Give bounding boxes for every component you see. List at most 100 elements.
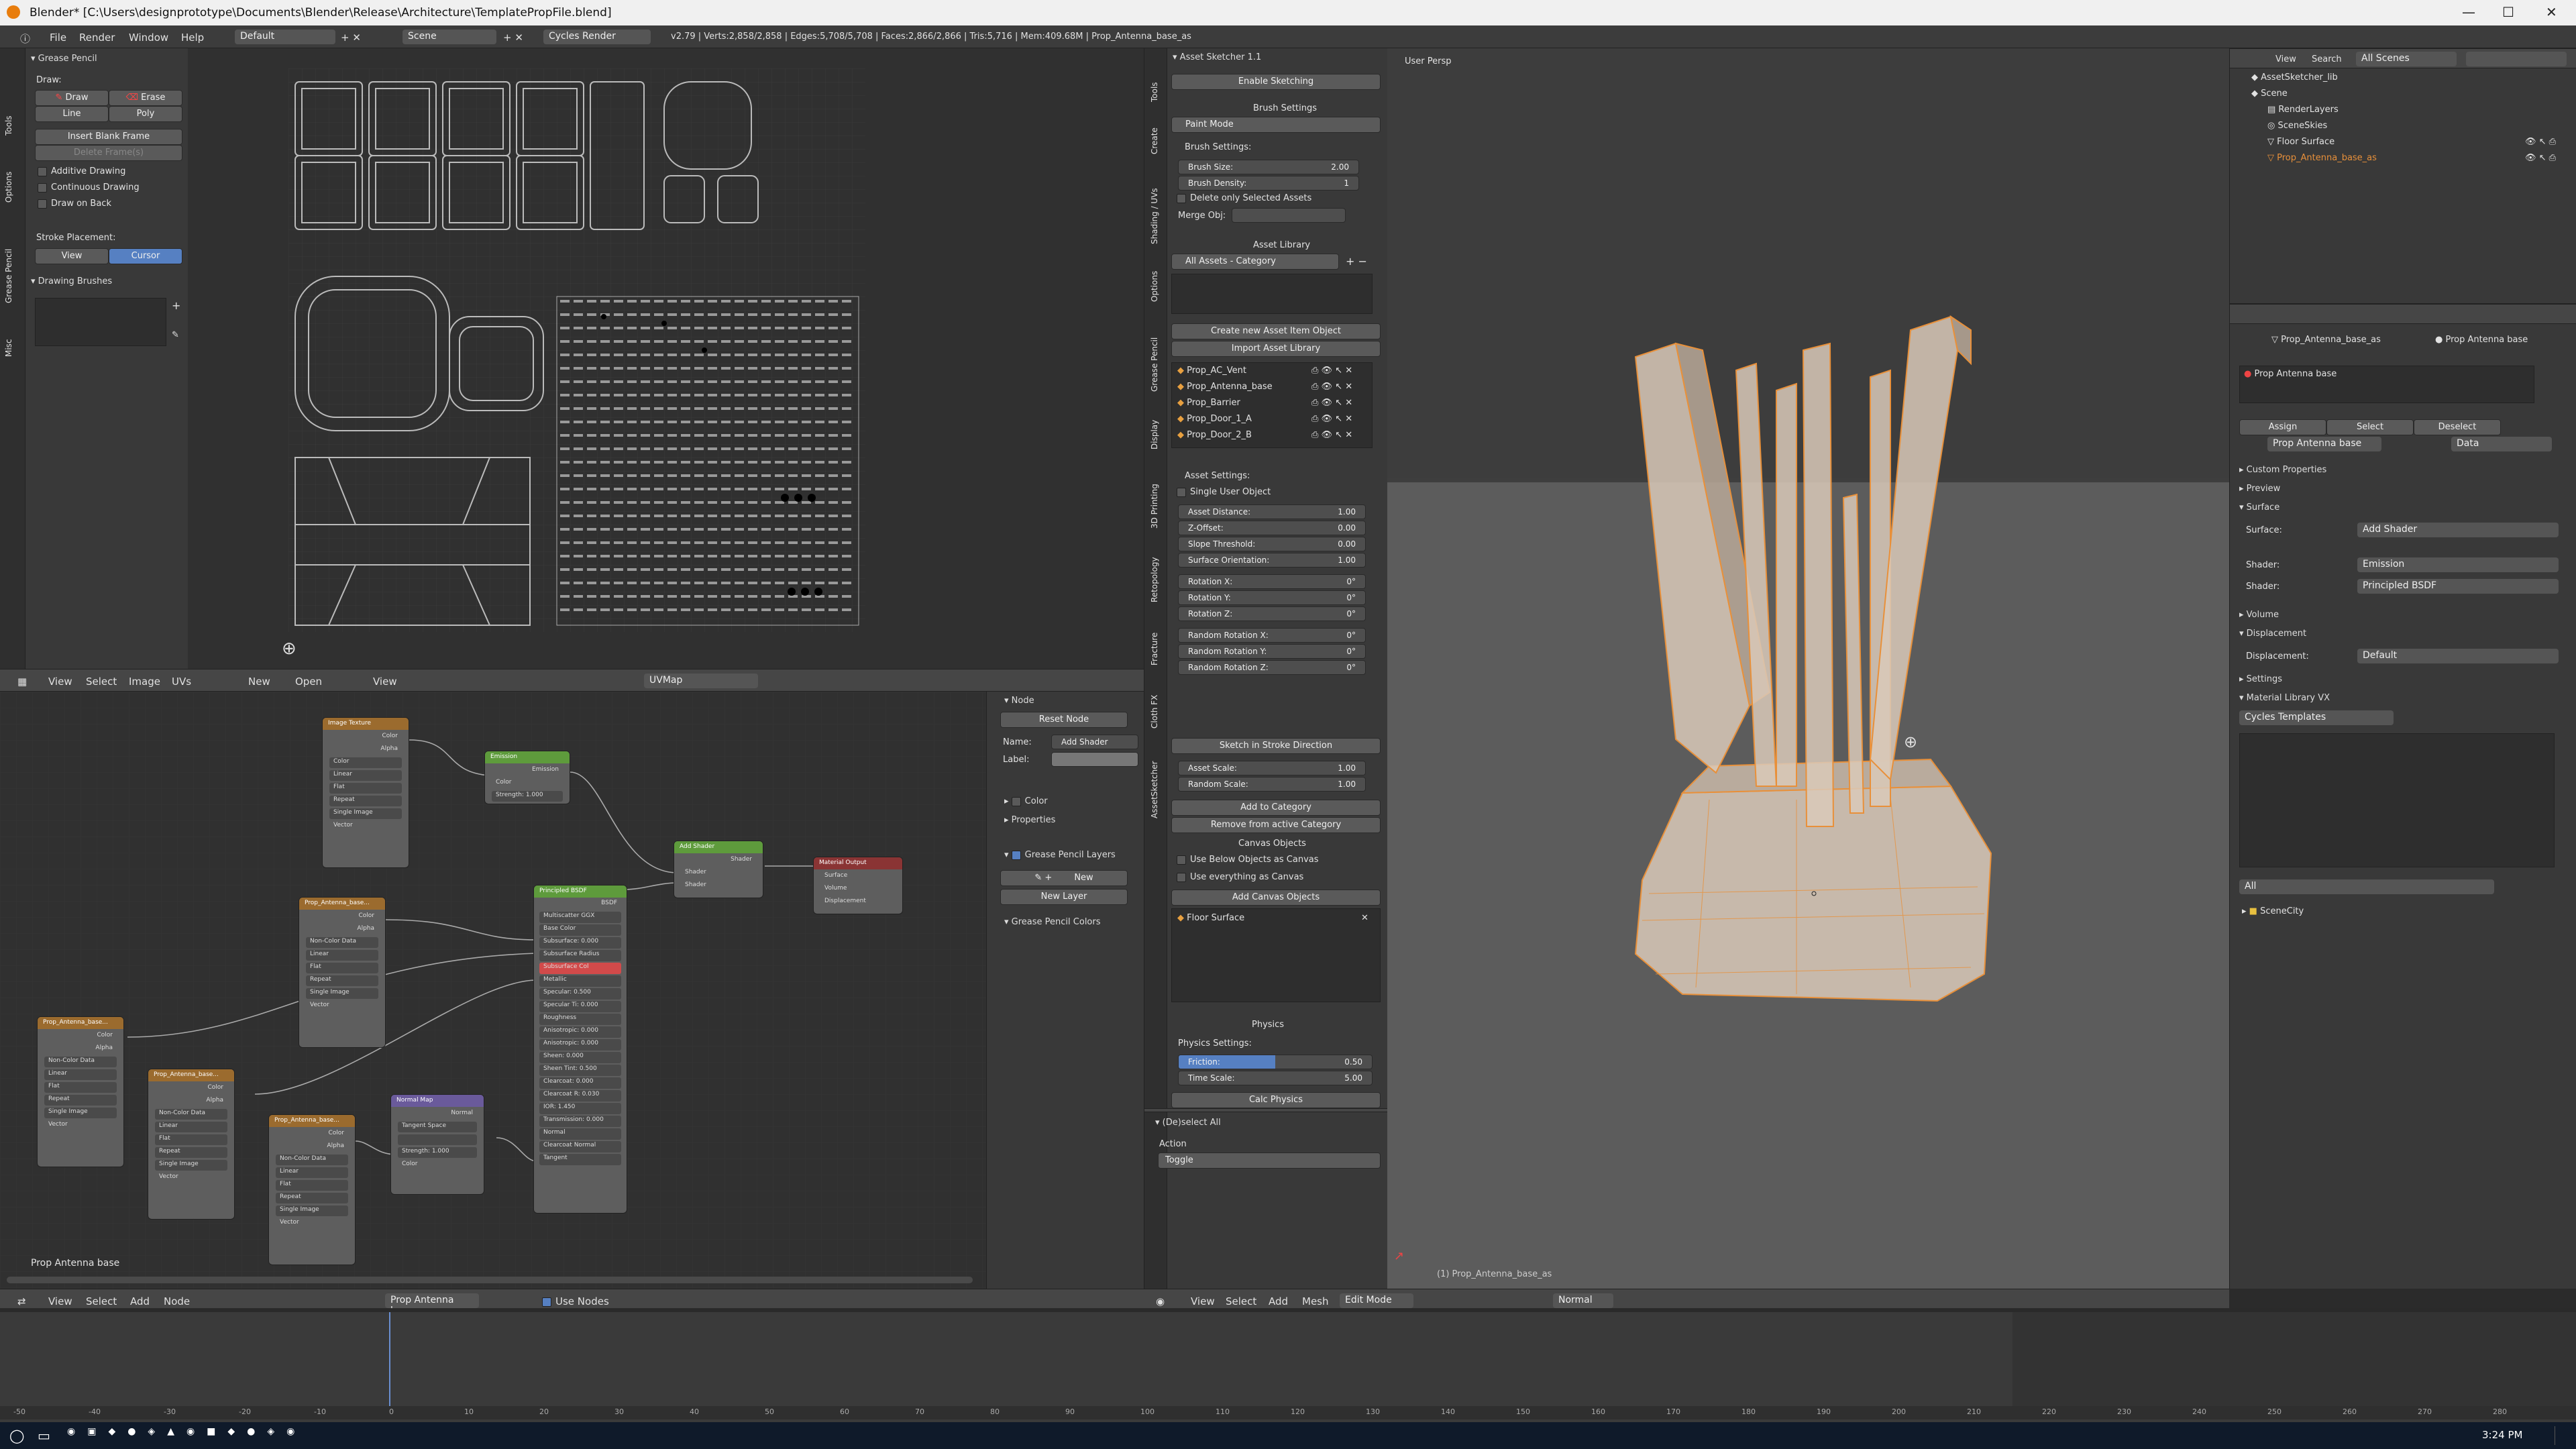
toolshelf-tab[interactable]: Shading / UVs: [1150, 188, 1159, 244]
node-texture-a[interactable]: Prop_Antenna_base... Color Alpha Non-Color…: [299, 897, 386, 1048]
settings-section[interactable]: ▸ Settings: [2239, 674, 2282, 684]
vp-menu-mesh[interactable]: Mesh: [1302, 1295, 1329, 1307]
properties-tabs[interactable]: [2230, 304, 2576, 324]
surface-section[interactable]: ▾ Surface: [2239, 502, 2279, 513]
outliner-item-active[interactable]: ▽ Prop_Antenna_base_as: [2267, 153, 2377, 163]
2d-cursor-icon[interactable]: ⊕: [282, 639, 297, 659]
principled-row[interactable]: Subsurface: 0.000: [539, 937, 621, 949]
rot-y-field[interactable]: Rotation Y: 0°: [1178, 590, 1366, 605]
3d-cursor-icon[interactable]: ⊕: [1904, 733, 1917, 751]
node-label-field[interactable]: [1051, 752, 1138, 767]
texture-row[interactable]: Non-Color Data: [276, 1155, 348, 1165]
add-canvas-objects-button[interactable]: Add Canvas Objects: [1171, 890, 1381, 906]
toolshelf-tab[interactable]: Options: [1150, 271, 1159, 302]
create-asset-button[interactable]: Create new Asset Item Object: [1171, 323, 1381, 339]
add-scene-icon[interactable]: + ✕: [503, 32, 523, 44]
menu-help[interactable]: Help: [181, 32, 204, 44]
maximize-icon[interactable]: ☐: [2502, 4, 2514, 20]
asset-list-item[interactable]: ◆ Prop_Door_2_B ⎙ 👁 ↖ ✕: [1177, 430, 1352, 440]
node-material-output[interactable]: Material Output Surface Volume Displacem…: [813, 857, 903, 914]
current-frame-indicator[interactable]: [389, 1312, 390, 1413]
principled-row[interactable]: Clearcoat R: 0.030: [539, 1090, 621, 1102]
random-scale-field[interactable]: Random Scale: 1.00: [1178, 777, 1366, 792]
texture-row[interactable]: Linear: [306, 950, 378, 961]
new-layer-button[interactable]: New Layer: [1000, 889, 1128, 905]
toolshelf-tab[interactable]: Cloth FX: [1150, 695, 1159, 729]
paint-mode-selector[interactable]: Paint Mode: [1171, 117, 1381, 133]
node-field[interactable]: Tangent Space: [398, 1122, 477, 1132]
close-icon[interactable]: ✕: [2546, 4, 2557, 20]
mode-selector[interactable]: Edit Mode: [1340, 1293, 1413, 1308]
uvmap-selector[interactable]: UVMap: [644, 674, 758, 688]
uv-new-button[interactable]: New: [248, 676, 270, 688]
asset-list-item[interactable]: ◆ Prop_Antenna_base ⎙ 👁 ↖ ✕: [1177, 382, 1352, 392]
add-brush-icon[interactable]: +: [172, 299, 180, 312]
outliner-menu-view[interactable]: View: [2275, 54, 2296, 64]
remove-from-category-button[interactable]: Remove from active Category: [1171, 817, 1381, 833]
brushes-list[interactable]: [35, 298, 166, 346]
principled-row[interactable]: Clearcoat: 0.000: [539, 1077, 621, 1089]
texture-row[interactable]: Flat: [306, 963, 378, 973]
asset-scale-field[interactable]: Asset Scale: 1.00: [1178, 761, 1366, 775]
material-slots-list[interactable]: ● Prop Antenna base: [2239, 366, 2534, 403]
asset-distance-field[interactable]: Asset Distance: 1.00: [1178, 504, 1366, 519]
rrot-z-field[interactable]: Random Rotation Z: 0°: [1178, 660, 1366, 675]
additive-drawing-checkbox[interactable]: Additive Drawing: [38, 166, 125, 176]
material-library-list[interactable]: [2239, 733, 2555, 867]
toolshelf-tab[interactable]: Fracture: [1150, 633, 1159, 665]
tab-tools[interactable]: Tools: [4, 115, 13, 136]
editor-type-icon[interactable]: ▦: [17, 676, 27, 688]
texture-row[interactable]: Repeat: [306, 975, 378, 986]
library-selector[interactable]: Cycles Templates: [2239, 710, 2394, 725]
principled-row[interactable]: Anisotropic: 0.000: [539, 1039, 621, 1051]
timeline[interactable]: -50 -40 -30 -20 -10 0 10 20 30 40 50 60 70 80 90 100 110…: [0, 1308, 2576, 1422]
principled-row[interactable]: Normal: [539, 1128, 621, 1140]
use-nodes-toggle[interactable]: Use Nodes: [542, 1295, 609, 1307]
toolshelf-tab[interactable]: Tools: [1150, 82, 1159, 102]
draw-button[interactable]: ✎ Draw: [35, 90, 109, 106]
import-library-button[interactable]: Import Asset Library: [1171, 341, 1381, 357]
outliner-item[interactable]: ▽ Floor Surface: [2267, 137, 2334, 147]
asset-controls-icon[interactable]: ⎙ 👁 ↖ ✕: [1311, 430, 1352, 440]
deselect-button[interactable]: Deselect: [2414, 419, 2501, 435]
texture-row[interactable]: Linear: [276, 1167, 348, 1178]
principled-row[interactable]: Sheen Tint: 0.500: [539, 1065, 621, 1076]
properties-section[interactable]: ▸ Properties: [1004, 815, 1055, 825]
principled-row[interactable]: Anisotropic: 0.000: [539, 1026, 621, 1038]
node-texture-b[interactable]: Prop_Antenna_base... Color Alpha Non-Color…: [37, 1016, 124, 1167]
visibility-icon[interactable]: 👁 ↖ ⎙: [2525, 153, 2556, 163]
assign-button[interactable]: Assign: [2239, 419, 2326, 435]
node-row[interactable]: Single Image: [329, 808, 402, 819]
node-texture-d[interactable]: Prop_Antenna_base... Color Alpha Non-Color…: [268, 1114, 356, 1265]
add-category-icon[interactable]: + −: [1346, 255, 1367, 268]
erase-button[interactable]: ⌫ Erase: [109, 90, 182, 106]
material-data-field[interactable]: Prop Antenna base: [2267, 437, 2381, 451]
texture-row[interactable]: Flat: [276, 1180, 348, 1191]
material-library-section[interactable]: ▾ Material Library VX: [2239, 693, 2330, 703]
node-principled-bsdf[interactable]: Principled BSDF BSDF Multiscatter GGX Base…: [533, 885, 627, 1214]
gp-colors-section[interactable]: ▾ Grease Pencil Colors: [1004, 917, 1101, 927]
brush-size-field[interactable]: Brush Size: 2.00: [1178, 160, 1359, 174]
use-below-checkbox[interactable]: Use Below Objects as Canvas: [1177, 855, 1319, 865]
pinned-apps[interactable]: ◉▣◆●◈▲◉■◆●◈◉: [67, 1426, 307, 1437]
texture-row[interactable]: Single Image: [155, 1160, 227, 1171]
outliner-item[interactable]: ◎ SceneSkies: [2267, 121, 2327, 131]
texture-row[interactable]: Repeat: [44, 1095, 117, 1106]
outliner-search-input[interactable]: [2466, 52, 2567, 66]
node-field[interactable]: Strength: 1.000: [398, 1147, 477, 1158]
uv-texture-canvas[interactable]: [288, 68, 865, 632]
time-scale-field[interactable]: Time Scale: 5.00: [1178, 1071, 1373, 1085]
asset-sketcher-header[interactable]: ▾ Asset Sketcher 1.1: [1173, 52, 1261, 62]
asset-controls-icon[interactable]: ⎙ 👁 ↖ ✕: [1311, 398, 1352, 408]
node-image-texture[interactable]: Image Texture Color Alpha Color Linear F…: [322, 717, 409, 868]
gp-new-button[interactable]: ✎ + New: [1000, 870, 1128, 886]
node-field[interactable]: Strength: 1.000: [492, 791, 563, 802]
canvas-item-floor-surface[interactable]: ◆ Floor Surface: [1177, 913, 1244, 923]
edit-brush-icon[interactable]: ✎: [172, 330, 179, 340]
surface-shader-selector[interactable]: Add Shader: [2357, 523, 2559, 537]
merge-obj-field[interactable]: [1232, 208, 1346, 223]
enable-sketching-button[interactable]: Enable Sketching: [1171, 74, 1381, 90]
texture-row[interactable]: Non-Color Data: [44, 1057, 117, 1067]
texture-row[interactable]: Non-Color Data: [306, 937, 378, 948]
uv-view-selector[interactable]: View: [373, 676, 397, 688]
